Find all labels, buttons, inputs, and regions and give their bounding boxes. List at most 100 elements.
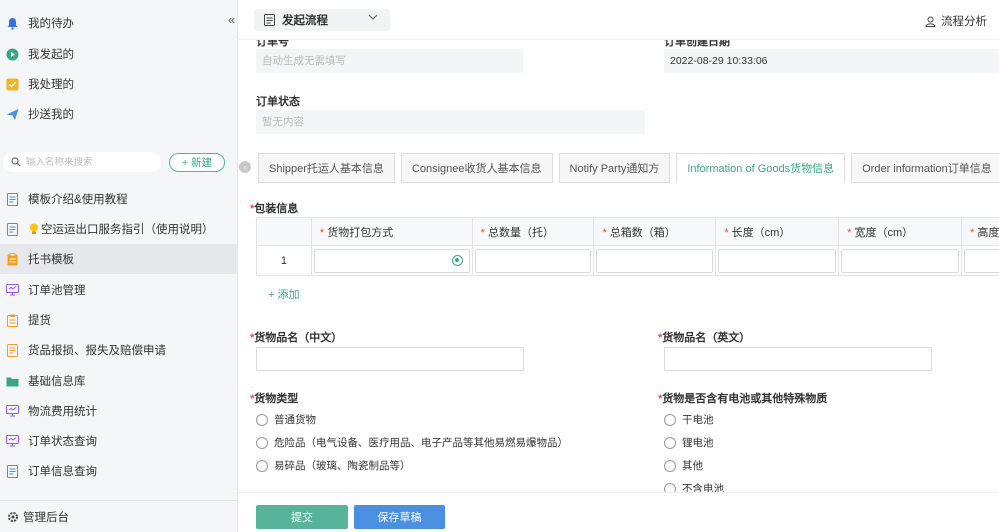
radio-button[interactable]: [256, 413, 268, 426]
table-header-index: [256, 217, 312, 246]
goods-type-option-dangerous[interactable]: 危险品（电气设备、医疗用品、电子产品等其他易燃易爆物品）: [256, 435, 568, 450]
order-number-label: 订单号: [256, 40, 289, 48]
table-cell: [838, 245, 962, 276]
sidebar-item-cc-me[interactable]: 抄送我的: [0, 99, 237, 129]
search-input[interactable]: [26, 156, 154, 168]
lightbulb-icon: [27, 223, 40, 236]
sidebar-item-label: 我的待办: [28, 18, 74, 30]
tab-scroll-left-icon[interactable]: ‹: [239, 161, 251, 173]
tab-notify-party[interactable]: Notify Party通知方: [558, 153, 671, 183]
bell-icon: [6, 17, 19, 30]
radio-selected-icon: [451, 254, 463, 266]
main-form: 订单号 自动生成无需填写 订单创建日期 2022-08-29 10:33:06 …: [238, 40, 999, 492]
flow-selector-label: 发起流程: [282, 15, 328, 27]
name-cn-label: *货物品名（中文）: [250, 332, 343, 344]
sidebar-item-my-initiated[interactable]: 我发起的: [0, 39, 237, 69]
sidebar-item-label: 货品报损、报失及赔偿申请: [28, 345, 166, 357]
battery-option-lithium[interactable]: 锂电池: [664, 435, 714, 450]
packing-method-select[interactable]: [313, 248, 470, 273]
order-date-label: 订单创建日期: [664, 40, 730, 48]
tab-consignee[interactable]: Consignee收货人基本信息: [400, 153, 553, 183]
sidebar-item-booking-template[interactable]: 托书模板: [0, 244, 237, 274]
document-icon: [6, 222, 19, 236]
table-row: 1: [256, 245, 999, 276]
monitor-icon: [6, 405, 19, 418]
sidebar-item-air-export-guide[interactable]: 空运运出口服务指引（使用说明）: [0, 214, 237, 244]
sidebar-item-order-info[interactable]: 订单信息查询: [0, 456, 237, 486]
sidebar-item-label: 模板介绍&使用教程: [28, 194, 128, 206]
tab-order-info[interactable]: Order information订单信息: [851, 153, 999, 183]
play-circle-icon: [6, 48, 19, 61]
radio-button[interactable]: [664, 482, 676, 492]
sidebar-item-label: 订单状态查询: [28, 436, 97, 448]
send-icon: [6, 108, 19, 121]
battery-option-none[interactable]: 不含电池: [664, 481, 724, 492]
flow-selector[interactable]: 发起流程: [254, 9, 390, 31]
sidebar-item-base-info[interactable]: 基础信息库: [0, 366, 237, 396]
table-header: * 总箱数（箱）: [593, 217, 717, 246]
goods-type-option-fragile[interactable]: 易碎品（玻璃、陶瓷制品等）: [256, 458, 411, 473]
sidebar-item-label: 基础信息库: [28, 376, 86, 388]
add-row-button[interactable]: + 添加: [268, 286, 299, 302]
tab-shipper[interactable]: Shipper托运人基本信息: [258, 153, 395, 183]
order-number-field: 自动生成无需填写: [256, 49, 523, 73]
sidebar-item-my-handled[interactable]: 我处理的: [0, 69, 237, 99]
admin-label: 管理后台: [23, 511, 69, 524]
table-cell: [593, 245, 717, 276]
radio-button[interactable]: [664, 459, 676, 472]
sidebar-item-label: 物流费用统计: [28, 406, 97, 418]
sidebar-item-order-status[interactable]: 订单状态查询: [0, 426, 237, 456]
sidebar-search[interactable]: [3, 152, 161, 172]
pallet-count-input[interactable]: [474, 248, 592, 273]
battery-option-dry[interactable]: 干电池: [664, 412, 714, 427]
sidebar-item-pickup[interactable]: 提货: [0, 305, 237, 335]
sidebar-item-label: 我处理的: [28, 79, 74, 91]
tab-goods-info[interactable]: Information of Goods货物信息: [676, 153, 846, 183]
table-cell: [310, 245, 473, 276]
length-input[interactable]: [718, 248, 837, 273]
save-draft-button[interactable]: 保存草稿: [354, 505, 445, 529]
folder-icon: [6, 375, 19, 388]
sidebar-item-label: 订单池管理: [28, 285, 86, 297]
name-cn-input[interactable]: [256, 347, 524, 371]
battery-option-other[interactable]: 其他: [664, 458, 703, 473]
name-en-label: *货物品名（英文）: [658, 332, 751, 344]
radio-button[interactable]: [664, 436, 676, 449]
packing-info-label: *包装信息: [250, 203, 299, 215]
sidebar-item-damage-claim[interactable]: 货品报损、报失及赔偿申请: [0, 335, 237, 365]
document-icon: [6, 464, 19, 478]
height-input[interactable]: [964, 248, 999, 273]
table-header: * 总数量（托）: [471, 217, 595, 246]
sidebar-item-template-guide[interactable]: 模板介绍&使用教程: [0, 184, 237, 214]
radio-button[interactable]: [664, 413, 676, 426]
document-icon: [263, 14, 276, 27]
sidebar-item-logistics-cost[interactable]: 物流费用统计: [0, 396, 237, 426]
sidebar-item-order-pool[interactable]: 订单池管理: [0, 275, 237, 305]
submit-button[interactable]: 提交: [256, 505, 348, 529]
width-input[interactable]: [841, 248, 959, 273]
table-header: * 货物打包方式: [310, 217, 473, 246]
admin-console-link[interactable]: 管理后台: [0, 500, 237, 532]
radio-button[interactable]: [256, 459, 268, 472]
goods-type-option-general[interactable]: 普通货物: [256, 412, 316, 427]
new-button[interactable]: + 新建: [169, 153, 225, 172]
table-header-row: * 货物打包方式 * 总数量（托） * 总箱数（箱） * 长度（cm） * 宽度…: [256, 217, 999, 246]
flow-analysis-label: 流程分析: [941, 16, 987, 28]
radio-button[interactable]: [256, 436, 268, 449]
sidebar-item-my-todo[interactable]: 我的待办: [0, 8, 237, 38]
monitor-icon: [6, 284, 19, 297]
search-icon: [9, 156, 22, 169]
monitor-icon: [6, 435, 19, 448]
goods-type-label: *货物类型: [250, 393, 299, 405]
carton-count-input[interactable]: [596, 248, 714, 273]
table-header: * 高度: [961, 217, 999, 246]
section-tabs: Shipper托运人基本信息 Consignee收货人基本信息 Notify P…: [258, 153, 999, 183]
table-cell: [961, 245, 999, 276]
clipboard-icon: [6, 252, 19, 266]
document-icon: [6, 192, 19, 206]
sidebar-item-label: 提货: [28, 315, 51, 327]
sidebar-item-label: 空运运出口服务指引（使用说明）: [41, 224, 214, 236]
flow-analysis-button[interactable]: 流程分析: [924, 13, 987, 29]
sidebar-item-label: 托书模板: [28, 254, 74, 266]
name-en-input[interactable]: [664, 347, 932, 371]
